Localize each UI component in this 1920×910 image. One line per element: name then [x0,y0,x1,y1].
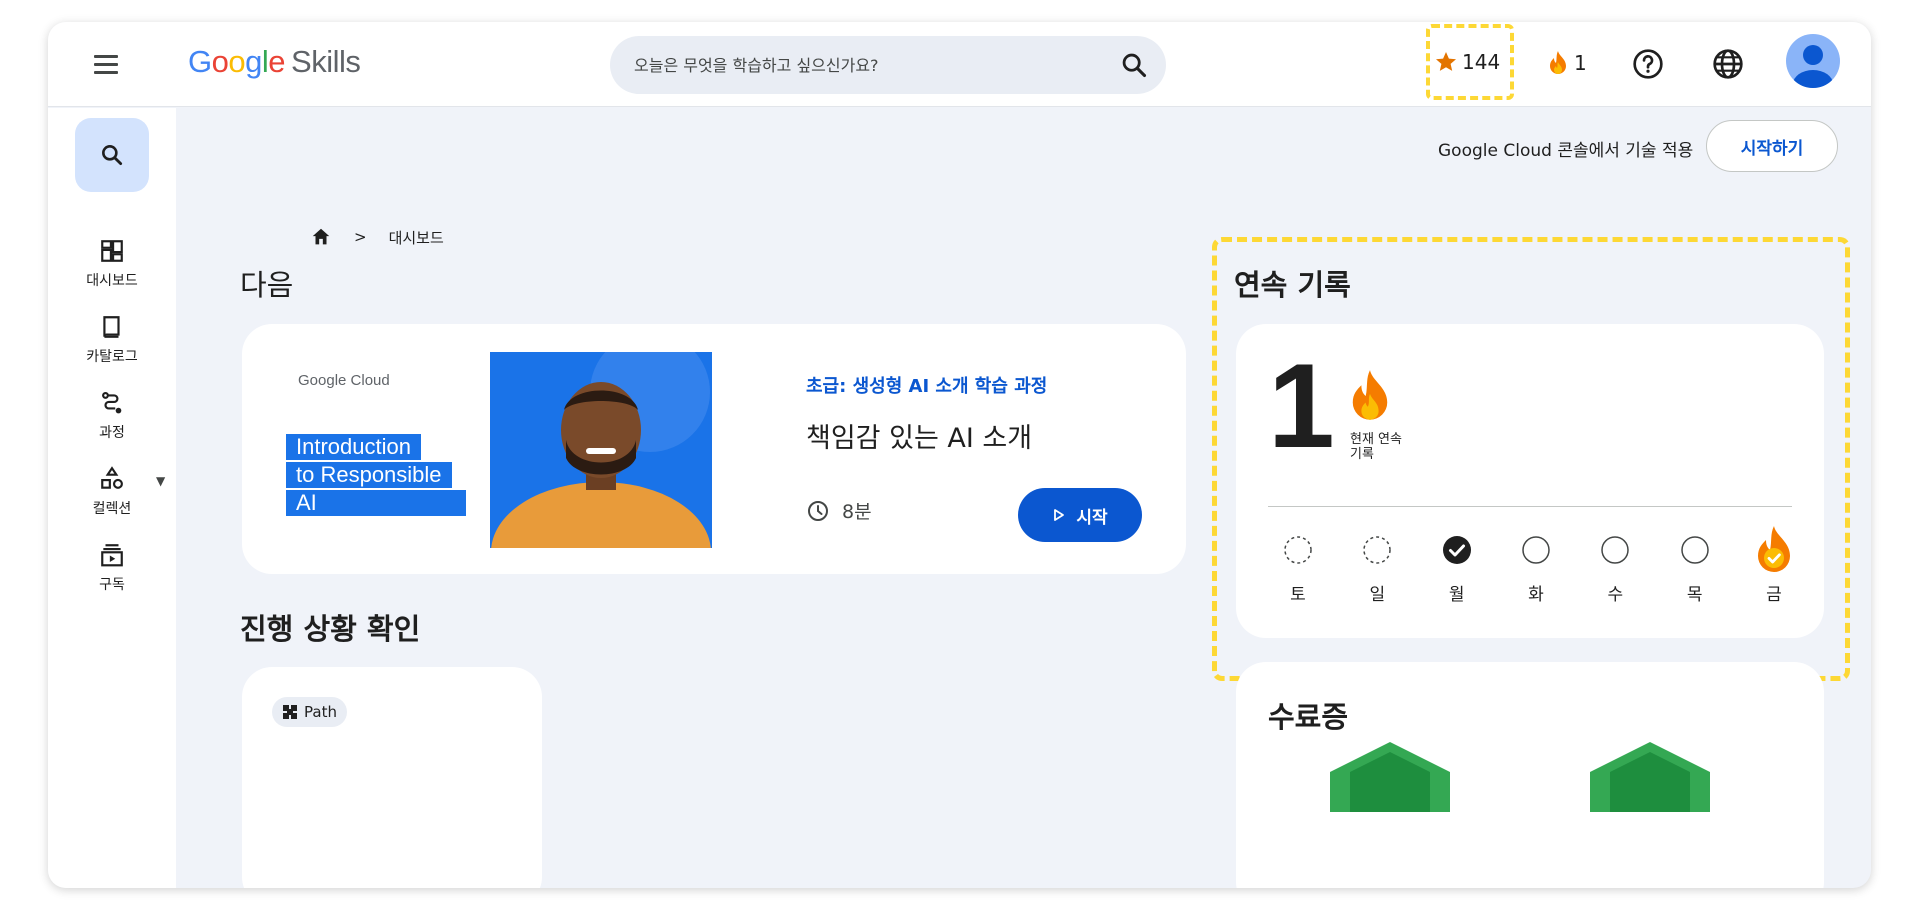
path-chip: Path [272,697,347,727]
certificate-badges [1330,742,1710,812]
menu-icon[interactable] [88,46,124,82]
clock-icon [808,500,828,521]
logo-google: Google [188,44,286,79]
instructor-photo [490,352,712,548]
course-start-label: 시작 [1076,507,1108,528]
sidebar-item-paths[interactable]: 과정 [48,390,176,442]
shapes-icon [101,466,123,489]
breadcrumb-current: 대시보드 [388,228,444,247]
avatar[interactable] [1786,34,1840,88]
course-card[interactable]: Google Cloud Introduction to Responsible… [242,324,1186,574]
dashboard-icon [101,240,123,262]
progress-card[interactable]: Path [242,667,542,888]
star-icon [1436,52,1456,71]
subscriptions-icon [101,544,123,567]
sidebar-item-catalog[interactable]: 카탈로그 [48,314,176,366]
sidebar-item-label: 컬렉션 [92,501,132,517]
certificates-card: 수료증 [1236,662,1824,888]
progress-heading: 진행 상황 확인 [240,612,421,646]
streak-counter[interactable]: 1 [1548,50,1587,76]
search-input[interactable] [634,36,1094,94]
search-bar[interactable] [610,36,1166,94]
thumbnail-title: Introduction to Responsible AI [286,434,506,518]
path-icon [283,705,297,719]
sidebar-item-subscriptions[interactable]: 구독 [48,542,176,594]
chevron-down-icon[interactable]: ▼ [156,474,165,488]
globe-icon[interactable] [1712,48,1744,80]
breadcrumb: > 대시보드 [310,226,444,248]
sidebar-item-label: 대시보드 [86,273,138,289]
sidebar-item-label: 과정 [99,425,125,441]
play-icon [1054,509,1065,521]
home-icon[interactable] [310,226,332,248]
chevron-right-icon: > [354,228,367,246]
points-counter[interactable]: 144 [1434,50,1500,74]
user-icon [1793,45,1833,88]
course-title[interactable]: 책임감 있는 AI 소개 [806,416,1032,455]
duration-value: 8분 [842,501,872,523]
search-icon [102,145,123,166]
help-icon[interactable] [1632,48,1664,80]
course-category-link[interactable]: 초급: 생성형 AI 소개 학습 과정 [806,372,1047,398]
route-icon [102,391,122,414]
sidebar-search-button[interactable] [75,118,149,192]
course-start-button[interactable]: 시작 [1018,488,1142,542]
sidebar-item-collections[interactable]: ▼ 컬렉션 [48,466,176,518]
next-heading: 다음 [240,268,294,302]
streak-value: 1 [1574,51,1587,75]
book-icon [103,316,120,338]
flame-icon [1550,51,1566,74]
search-icon[interactable] [1120,51,1148,79]
app-window: GoogleSkills 144 1 대시보드 [48,22,1871,888]
course-duration: 8분 [806,497,872,524]
console-banner-text: Google Cloud 콘솔에서 기술 적용 [1438,141,1694,161]
logo[interactable]: Google Skills [188,44,361,80]
sidebar-item-label: 카탈로그 [86,349,138,365]
logo-skills: Skills [291,44,361,79]
course-thumbnail[interactable]: Google Cloud Introduction to Responsible… [272,352,712,548]
points-value: 144 [1462,50,1501,74]
streak-highlight [1212,237,1850,681]
sidebar: 대시보드 카탈로그 과정 ▼ 컬렉션 구독 [48,108,176,888]
sidebar-item-dashboard[interactable]: 대시보드 [48,238,176,290]
path-chip-label: Path [304,703,337,721]
start-console-button[interactable]: 시작하기 [1706,120,1838,172]
sidebar-item-label: 구독 [99,577,125,593]
top-bar: GoogleSkills 144 1 [48,22,1871,107]
google-cloud-logo: Google Cloud [298,372,390,389]
